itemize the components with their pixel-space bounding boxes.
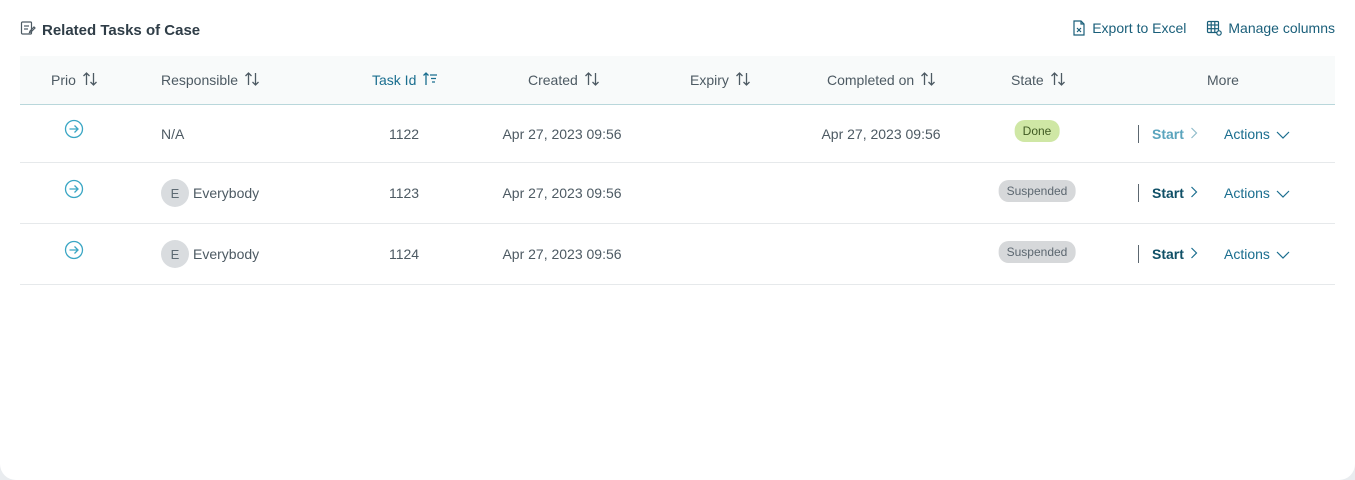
table-row[interactable]: E Everybody 1123 Apr 27, 2023 09:56 Susp… — [20, 163, 1335, 224]
column-header-task-id[interactable]: Task Id — [372, 56, 438, 104]
column-header-expiry[interactable]: Expiry — [690, 56, 751, 104]
responsible-cell: E Everybody — [161, 224, 259, 284]
task-id-cell: 1122 — [388, 125, 420, 142]
sort-icon — [920, 71, 936, 90]
arrow-right-circle-icon[interactable] — [64, 119, 84, 142]
export-to-excel-button[interactable]: Export to Excel — [1072, 20, 1186, 36]
state-cell: Suspended — [998, 161, 1076, 221]
actions-dropdown[interactable]: Actions — [1224, 105, 1290, 162]
responsible-cell: E Everybody — [161, 163, 259, 223]
completed-on-cell: Apr 27, 2023 09:56 — [821, 125, 941, 142]
status-badge: Suspended — [998, 241, 1076, 263]
created-cell: Apr 27, 2023 09:56 — [502, 125, 622, 142]
column-header-state[interactable]: State — [1011, 56, 1066, 104]
sort-icon — [82, 71, 98, 90]
manage-columns-button[interactable]: Manage columns — [1206, 20, 1335, 36]
sort-ascending-icon — [422, 71, 438, 90]
chevron-down-icon — [1276, 126, 1290, 142]
responsible-name: Everybody — [193, 185, 260, 201]
column-header-prio[interactable]: Prio — [51, 56, 98, 104]
more-divider — [1138, 245, 1139, 263]
responsible-cell: N/A — [161, 125, 185, 142]
sort-icon — [244, 71, 260, 90]
manage-columns-label: Manage columns — [1228, 20, 1335, 36]
actions-dropdown[interactable]: Actions — [1224, 224, 1290, 284]
start-button[interactable]: Start — [1152, 224, 1198, 284]
excel-file-icon — [1072, 20, 1086, 36]
column-header-created[interactable]: Created — [528, 56, 600, 104]
chevron-right-icon — [1190, 126, 1198, 142]
task-id-cell: 1124 — [388, 246, 420, 262]
avatar: E — [161, 179, 189, 207]
table-header: Prio Responsible Task Id Created Expiry … — [20, 56, 1335, 105]
prio-cell[interactable] — [64, 160, 84, 220]
table-row[interactable]: E Everybody 1124 Apr 27, 2023 09:56 Susp… — [20, 224, 1335, 285]
state-cell: Done — [1014, 102, 1060, 159]
more-divider — [1138, 184, 1139, 202]
prio-cell[interactable] — [64, 221, 84, 281]
start-button[interactable]: Start — [1152, 105, 1198, 162]
panel-header: Related Tasks of Case — [20, 20, 200, 41]
avatar: E — [161, 240, 189, 268]
toolbar: Export to Excel Manage columns — [1072, 20, 1335, 36]
tasks-table: Prio Responsible Task Id Created Expiry … — [20, 56, 1335, 285]
status-badge: Done — [1014, 119, 1060, 142]
status-badge: Suspended — [998, 180, 1076, 202]
sort-icon — [584, 71, 600, 90]
task-list-icon — [20, 20, 36, 41]
more-divider — [1138, 124, 1139, 143]
chevron-right-icon — [1190, 185, 1198, 201]
responsible-name: Everybody — [193, 246, 260, 262]
state-cell: Suspended — [998, 222, 1076, 282]
chevron-down-icon — [1276, 185, 1290, 201]
chevron-down-icon — [1276, 246, 1290, 262]
column-header-responsible[interactable]: Responsible — [161, 56, 260, 104]
created-cell: Apr 27, 2023 09:56 — [502, 185, 622, 201]
sort-icon — [1050, 71, 1066, 90]
start-button[interactable]: Start — [1152, 163, 1198, 223]
created-cell: Apr 27, 2023 09:56 — [502, 246, 622, 262]
task-id-cell: 1123 — [388, 185, 420, 201]
page-title: Related Tasks of Case — [42, 22, 201, 39]
prio-cell[interactable] — [64, 102, 84, 159]
export-label: Export to Excel — [1092, 20, 1187, 36]
table-row[interactable]: N/A 1122 Apr 27, 2023 09:56 Apr 27, 2023… — [20, 105, 1335, 163]
arrow-right-circle-icon[interactable] — [64, 179, 84, 202]
columns-grid-icon — [1206, 20, 1223, 36]
related-tasks-panel: Related Tasks of Case Export to Excel Ma… — [0, 0, 1355, 480]
column-header-completed-on[interactable]: Completed on — [827, 56, 936, 104]
sort-icon — [735, 71, 751, 90]
actions-dropdown[interactable]: Actions — [1224, 163, 1290, 223]
arrow-right-circle-icon[interactable] — [64, 240, 84, 263]
chevron-right-icon — [1190, 246, 1198, 262]
column-header-more: More — [1207, 72, 1239, 88]
